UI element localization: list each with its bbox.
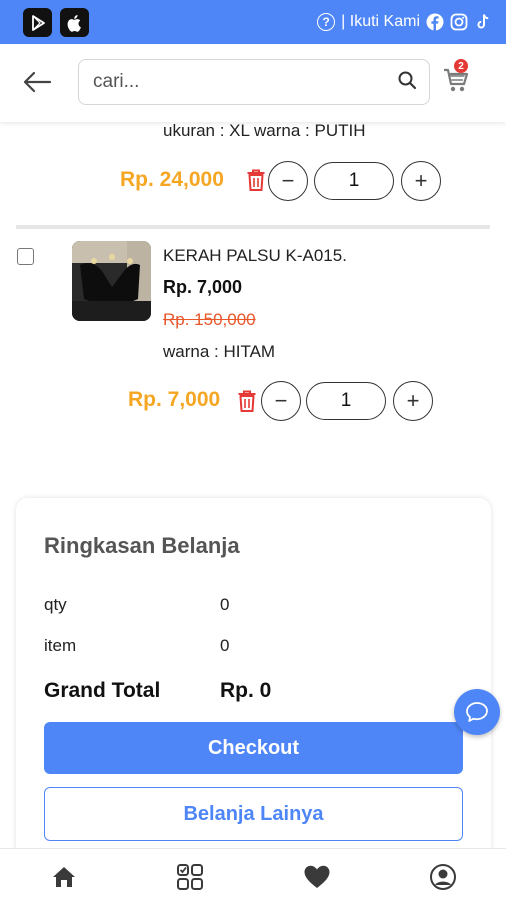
facebook-icon[interactable] — [426, 13, 444, 31]
wishlist-icon[interactable] — [303, 863, 331, 891]
header: 2 — [0, 44, 506, 122]
continue-shopping-button[interactable]: Belanja Lainya — [44, 787, 463, 841]
item-2-price: Rp. 7,000 — [163, 277, 243, 297]
categories-icon[interactable] — [176, 863, 204, 891]
chat-icon — [466, 702, 488, 722]
top-bar: ? | Ikuti Kami — [0, 0, 506, 44]
item-2-checkbox[interactable] — [17, 248, 34, 265]
bottom-nav — [0, 848, 506, 900]
follow-us-label: | Ikuti Kami — [341, 13, 420, 30]
summary-qty-value: 0 — [220, 595, 230, 614]
instagram-icon[interactable] — [450, 13, 468, 31]
summary-qty-label: qty — [44, 595, 67, 614]
trash-icon[interactable] — [246, 168, 266, 192]
qty-decrease-button[interactable]: − — [268, 161, 308, 201]
help-icon[interactable]: ? — [317, 13, 336, 31]
qty-decrease-button[interactable]: − — [261, 381, 301, 421]
item-2-old-price: Rp. 150,000 — [163, 310, 256, 329]
home-icon[interactable] — [50, 863, 78, 891]
qty-input[interactable]: 1 — [314, 162, 394, 200]
cart-button[interactable]: 2 — [442, 59, 472, 96]
profile-icon[interactable] — [429, 863, 457, 891]
summary-item-label: item — [44, 636, 77, 655]
item-2-row-price: Rp. 7,000 — [128, 388, 221, 411]
qty-increase-button[interactable]: + — [393, 381, 433, 421]
back-arrow-icon[interactable] — [22, 70, 52, 94]
search-input[interactable] — [93, 71, 397, 93]
qty-increase-button[interactable]: + — [401, 161, 441, 201]
chat-button[interactable] — [454, 689, 500, 735]
item-1-variant: ukuran : XL warna : PUTIH — [163, 121, 366, 140]
tiktok-icon[interactable] — [474, 13, 492, 31]
item-2-name[interactable]: KERAH PALSU K-A015. — [163, 246, 347, 266]
item-divider — [16, 225, 490, 229]
search-icon[interactable] — [397, 70, 417, 95]
grand-total-value: Rp. 0 — [220, 679, 272, 702]
summary-item-value: 0 — [220, 636, 230, 655]
checkout-button[interactable]: Checkout — [44, 722, 463, 774]
follow-us-bar: ? | Ikuti Kami — [317, 11, 492, 33]
item-1-row-price: Rp. 24,000 — [120, 168, 224, 191]
play-store-icon[interactable] — [23, 8, 52, 37]
qty-input[interactable]: 1 — [306, 382, 386, 420]
cart-count-badge: 2 — [454, 59, 468, 73]
apple-icon[interactable] — [60, 8, 89, 37]
search-box — [78, 59, 430, 105]
trash-icon[interactable] — [237, 389, 257, 413]
item-2-thumbnail[interactable] — [72, 241, 151, 321]
item-2-variant: warna : HITAM — [163, 342, 276, 361]
grand-total-label: Grand Total — [44, 679, 161, 702]
summary-title: Ringkasan Belanja — [44, 533, 240, 558]
